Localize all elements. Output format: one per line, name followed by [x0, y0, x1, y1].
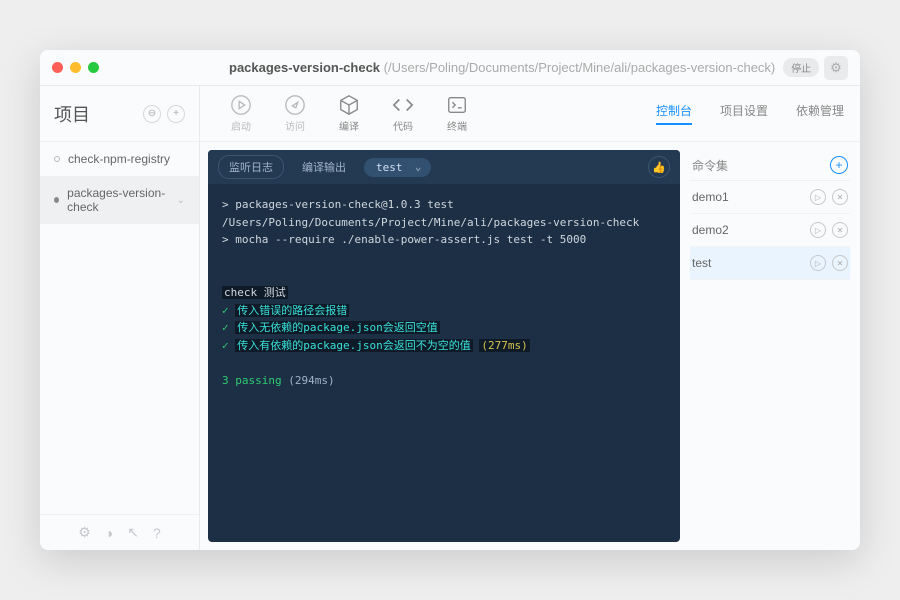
compile-tab[interactable]: 编译输出	[292, 156, 356, 178]
terminal-button[interactable]: 终端	[432, 94, 482, 133]
console-bar: 监听日志 编译输出 test 👍	[208, 150, 680, 184]
run-command-button[interactable]: ▷	[810, 222, 826, 238]
run-command-button[interactable]: ▷	[810, 255, 826, 271]
sidebar-item-check-npm-registry[interactable]: check-npm-registry	[40, 142, 199, 176]
command-panel: 命令集 + demo1 ▷ ✕ demo2 ▷ ✕ test ▷ ✕	[680, 142, 860, 550]
chevron-down-icon: ⌄	[177, 195, 185, 206]
help-icon[interactable]: ?	[153, 525, 161, 541]
tool-label: 访问	[285, 118, 305, 133]
folder-icon: ⊖	[148, 108, 156, 119]
project-path: (/Users/Poling/Documents/Project/Mine/al…	[384, 60, 776, 75]
play-icon: ▷	[815, 193, 821, 202]
command-label: demo1	[692, 190, 729, 204]
test-line: ✓ 传入无依赖的package.json会返回空值	[222, 319, 666, 337]
sidebar: 项目 ⊖ + check-npm-registry packages-versi…	[40, 86, 200, 550]
project-label: packages-version-check	[67, 186, 168, 214]
test-summary: 3 passing (294ms)	[222, 372, 666, 390]
command-label: test	[692, 256, 711, 270]
settings-button[interactable]: ⚙	[824, 56, 848, 80]
delete-command-button[interactable]: ✕	[832, 222, 848, 238]
thumbs-up-icon: 👍	[652, 161, 666, 174]
close-icon: ✕	[837, 193, 844, 202]
run-command-button[interactable]: ▷	[810, 189, 826, 205]
command-title: 命令集	[692, 157, 728, 174]
build-button[interactable]: 编译	[324, 94, 374, 133]
main-tabs: 控制台 项目设置 依赖管理	[656, 102, 844, 125]
start-button[interactable]: 启动	[216, 94, 266, 133]
command-item-test[interactable]: test ▷ ✕	[690, 247, 850, 280]
github-icon[interactable]: ◑	[105, 525, 113, 541]
delete-command-button[interactable]: ✕	[832, 189, 848, 205]
zoom-icon[interactable]	[88, 62, 99, 73]
content-area: 监听日志 编译输出 test 👍 > packages-version-chec…	[200, 142, 860, 550]
sidebar-header: 项目 ⊖ +	[40, 86, 199, 142]
script-select[interactable]: test	[364, 158, 431, 177]
sidebar-item-packages-version-check[interactable]: packages-version-check ⌄	[40, 176, 199, 224]
toolbar: 启动 访问 编译 代码 终端 控制台 项目设置 依赖管理	[200, 86, 860, 142]
tool-label: 编译	[339, 118, 359, 133]
sidebar-title: 项目	[54, 101, 90, 127]
terminal-output[interactable]: > packages-version-check@1.0.3 test /Use…	[208, 184, 680, 542]
code-icon	[392, 94, 414, 116]
tool-label: 终端	[447, 118, 467, 133]
command-item-demo2[interactable]: demo2 ▷ ✕	[690, 214, 850, 247]
command-header: 命令集 +	[690, 150, 850, 181]
gear-icon: ⚙	[830, 60, 842, 76]
app-window: packages-version-check (/Users/Poling/Do…	[40, 50, 860, 550]
tool-label: 启动	[231, 118, 251, 133]
console-panel: 监听日志 编译输出 test 👍 > packages-version-chec…	[208, 150, 680, 542]
folder-button[interactable]: ⊖	[143, 105, 161, 123]
tab-settings[interactable]: 项目设置	[720, 102, 768, 125]
tab-deps[interactable]: 依赖管理	[796, 102, 844, 125]
gear-icon[interactable]: ⚙	[78, 524, 91, 541]
tool-label: 代码	[393, 118, 413, 133]
close-icon: ✕	[837, 259, 844, 268]
test-line: ✓ 传入错误的路径会报错	[222, 302, 666, 320]
delete-command-button[interactable]: ✕	[832, 255, 848, 271]
tab-console[interactable]: 控制台	[656, 102, 692, 125]
visit-button[interactable]: 访问	[270, 94, 320, 133]
code-button[interactable]: 代码	[378, 94, 428, 133]
thumbs-up-button[interactable]: 👍	[648, 156, 670, 178]
titlebar: packages-version-check (/Users/Poling/Do…	[40, 50, 860, 86]
close-icon: ✕	[837, 226, 844, 235]
main-area: 启动 访问 编译 代码 终端 控制台 项目设置 依赖管理 监听日志 编译输出 t…	[200, 86, 860, 550]
play-icon: ▷	[815, 226, 821, 235]
log-tab[interactable]: 监听日志	[218, 155, 284, 179]
status-dot-icon	[54, 197, 59, 203]
box-icon	[338, 94, 360, 116]
output-line: > packages-version-check@1.0.3 test /Use…	[222, 196, 666, 231]
sidebar-footer: ⚙ ◑ ↖ ?	[40, 514, 199, 550]
play-icon: ▷	[815, 259, 821, 268]
command-label: demo2	[692, 223, 729, 237]
test-suite: check 测试	[222, 284, 666, 302]
status-dot-icon	[54, 156, 60, 162]
project-label: check-npm-registry	[68, 152, 170, 166]
output-line: > mocha --require ./enable-power-assert.…	[222, 231, 666, 249]
command-item-demo1[interactable]: demo1 ▷ ✕	[690, 181, 850, 214]
compass-icon	[284, 94, 306, 116]
add-project-button[interactable]: +	[167, 105, 185, 123]
app-body: 项目 ⊖ + check-npm-registry packages-versi…	[40, 86, 860, 550]
close-icon[interactable]	[52, 62, 63, 73]
plus-icon: +	[835, 158, 842, 172]
project-name: packages-version-check	[229, 60, 380, 75]
window-title: packages-version-check (/Users/Poling/Do…	[229, 60, 775, 75]
test-line: ✓ 传入有依赖的package.json会返回不为空的值 (277ms)	[222, 337, 666, 355]
play-icon	[230, 94, 252, 116]
cursor-icon[interactable]: ↖	[127, 524, 139, 541]
traffic-lights	[52, 62, 99, 73]
terminal-icon	[446, 94, 468, 116]
minimize-icon[interactable]	[70, 62, 81, 73]
add-command-button[interactable]: +	[830, 156, 848, 174]
plus-icon: +	[173, 108, 179, 119]
stop-button[interactable]: 停止	[783, 58, 819, 77]
